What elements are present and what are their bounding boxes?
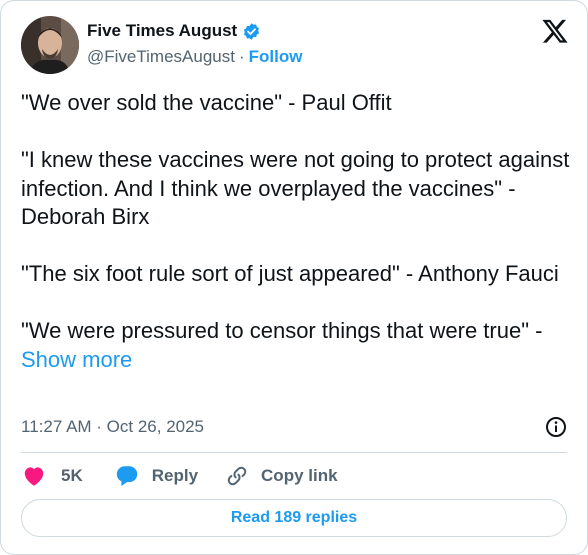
link-icon — [227, 466, 247, 486]
tweet-paragraph: "The six foot rule sort of just appeared… — [21, 261, 559, 286]
separator-dot: · — [238, 47, 245, 66]
handle-row: @FiveTimesAugust · Follow — [87, 47, 302, 67]
tweet-card: Five Times August @FiveTimesAugust · Follo… — [0, 0, 588, 555]
divider — [21, 452, 567, 453]
tweet-paragraph-last: "We were pressured to censor things that… — [21, 317, 571, 374]
tweet-paragraph: "I knew these vaccines were not going to… — [21, 147, 570, 229]
reply-bubble-icon — [116, 466, 138, 486]
read-replies-button[interactable]: Read 189 replies — [21, 499, 567, 537]
avatar-image — [21, 16, 79, 74]
reply-label: Reply — [151, 466, 199, 485]
heart-icon — [24, 467, 44, 486]
reply-button[interactable]: Reply — [114, 463, 198, 489]
x-logo-icon[interactable] — [541, 17, 569, 45]
author-name-row: Five Times August — [87, 21, 261, 41]
follow-button[interactable]: Follow — [249, 47, 303, 66]
copy-link-label: Copy link — [261, 466, 338, 485]
info-icon[interactable] — [544, 415, 568, 439]
copy-link-button[interactable]: Copy link — [225, 464, 338, 488]
avatar[interactable] — [21, 16, 79, 74]
like-button[interactable]: 5K — [21, 463, 83, 489]
author-name[interactable]: Five Times August — [87, 21, 237, 41]
tweet-paragraph: "We over sold the vaccine" - Paul Offit — [21, 90, 392, 115]
tweet-paragraph-text: "We were pressured to censor things that… — [21, 318, 543, 343]
like-count: 5K — [61, 466, 83, 485]
author-handle[interactable]: @FiveTimesAugust — [87, 47, 235, 66]
tweet-timestamp[interactable]: 11:27 AM · Oct 26, 2025 — [21, 417, 204, 437]
tweet-text: "We over sold the vaccine" - Paul Offit … — [21, 89, 571, 374]
action-bar: 5K Reply Copy link — [21, 461, 338, 491]
verified-badge-icon — [244, 22, 260, 40]
show-more-link[interactable]: Show more — [21, 347, 132, 372]
